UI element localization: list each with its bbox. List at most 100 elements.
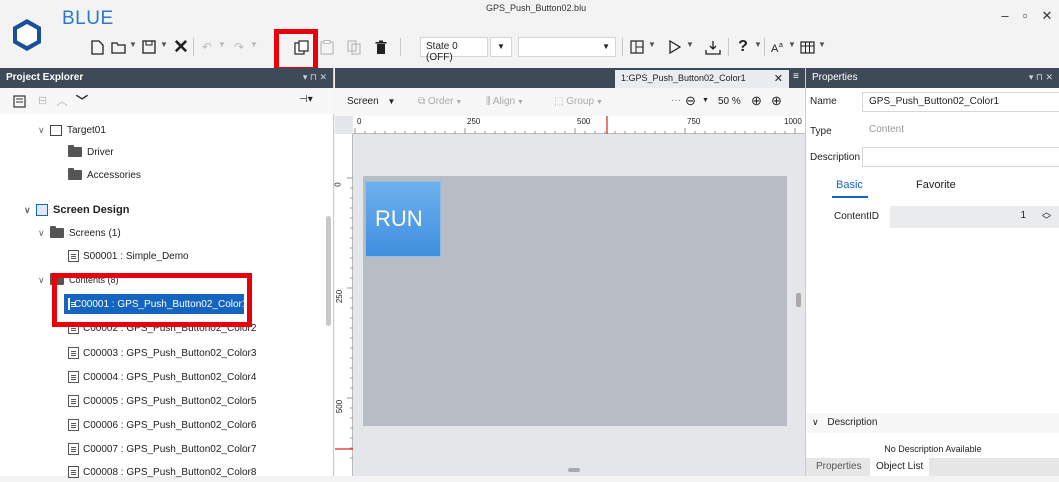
redo-dropdown-icon[interactable]: ▼	[250, 40, 258, 49]
svg-text:A: A	[771, 43, 779, 54]
explorer-scrollbar[interactable]	[326, 216, 331, 326]
no-description-text: No Description Available	[884, 444, 982, 454]
panel-pin-icon[interactable]: ▾ ⊓ ✕	[1029, 72, 1053, 83]
grid-icon[interactable]	[798, 38, 816, 56]
editor-vertical-scrollbar[interactable]	[796, 293, 801, 307]
chevron-down-icon[interactable]: ∨	[38, 125, 50, 136]
tree-item-content-c00006[interactable]: C00006 : GPS_Push_Button02_Color6	[68, 415, 256, 435]
document-icon	[68, 419, 79, 431]
properties-view-icon[interactable]	[12, 94, 26, 108]
save-icon[interactable]	[140, 38, 158, 56]
tree-item-content-c00008[interactable]: C00008 : GPS_Push_Button02_Color8	[68, 462, 256, 482]
collapse-icon[interactable]: ⊟	[38, 94, 47, 107]
description-section[interactable]: ∨ Description	[806, 413, 1059, 433]
font-size-icon[interactable]: Aa	[769, 38, 787, 56]
tab-basic-underline	[832, 196, 868, 198]
ruler-tick-label: 0	[333, 182, 343, 187]
transfer-icon[interactable]	[704, 38, 722, 56]
tree-item-screen-s00001[interactable]: S00001 : Simple_Demo	[68, 246, 189, 266]
app-name: BLUE	[62, 8, 114, 29]
trash-icon[interactable]	[372, 38, 390, 56]
tree-item-label: C00005 : GPS_Push_Button02_Color5	[83, 395, 257, 407]
tree-item-driver[interactable]: Driver	[68, 142, 114, 162]
layout-dropdown-icon[interactable]: ▼	[648, 40, 656, 49]
tree-item-screens[interactable]: ∨ Screens (1)	[38, 223, 121, 243]
undo-icon[interactable]: ↶	[198, 38, 216, 56]
project-explorer-header: Project Explorer ▾ ⊓ ✕	[0, 68, 333, 88]
minimize-button[interactable]: –	[996, 8, 1014, 24]
state-select[interactable]: State 0 (OFF)	[420, 37, 488, 63]
paste-icon[interactable]	[318, 38, 336, 56]
close-tab-icon[interactable]: ✕	[774, 72, 783, 85]
tree-item-content-c00004[interactable]: C00004 : GPS_Push_Button02_Color4	[68, 367, 256, 387]
tree-item-screen-design[interactable]: ∨ Screen Design	[24, 200, 129, 220]
zoom-in-icon[interactable]: ⊕	[751, 93, 762, 109]
ruler-tick-label: 0	[357, 117, 362, 126]
tab-favorite[interactable]: Favorite	[916, 179, 956, 191]
folder-icon	[50, 226, 64, 238]
tree-item-label: Screens (1)	[69, 227, 121, 239]
window-title: GPS_Push_Button02.blu	[486, 3, 587, 13]
open-dropdown-icon[interactable]: ▼	[129, 40, 137, 49]
tree-item-content-c00005[interactable]: C00005 : GPS_Push_Button02_Color5	[68, 391, 256, 411]
layout-icon[interactable]	[628, 38, 646, 56]
stepper-arrows-icon[interactable]: ︿ ﹀	[1042, 208, 1051, 225]
tree-item-label: C00003 : GPS_Push_Button02_Color3	[83, 347, 257, 359]
ruler-tick-label: 750	[687, 117, 701, 126]
tree-item-accessories[interactable]: Accessories	[68, 165, 141, 185]
save-dropdown-icon[interactable]: ▼	[160, 40, 168, 49]
tab-label: 1:GPS_Push_Button02_Color1	[621, 73, 746, 83]
play-icon[interactable]	[666, 38, 684, 56]
move-up-icon[interactable]: ︿	[56, 92, 68, 109]
tree-item-label: C00007 : GPS_Push_Button02_Color7	[83, 443, 257, 455]
chevron-down-icon[interactable]: ∨	[38, 228, 50, 239]
order-button[interactable]: ⧉ Order ▼	[418, 96, 462, 107]
chevron-down-icon[interactable]: ∨	[24, 205, 36, 216]
secondary-select[interactable]: ▼	[518, 37, 616, 57]
name-field[interactable]: GPS_Push_Button02_Color1	[862, 92, 1059, 112]
duplicate-icon[interactable]	[345, 38, 363, 56]
tab-gps-push-button02-color1[interactable]: 1:GPS_Push_Button02_Color1 ✕	[615, 70, 789, 88]
maximize-button[interactable]: ▫	[1016, 8, 1034, 24]
help-dropdown-icon[interactable]: ▼	[754, 40, 762, 49]
tab-object-list[interactable]: Object List	[870, 458, 930, 476]
run-button-preview[interactable]: RUN	[365, 181, 441, 257]
move-down-icon[interactable]: ﹀	[76, 92, 88, 109]
state-dropdown-icon[interactable]: ▼	[490, 37, 512, 57]
zoom-level[interactable]: 50 %	[718, 96, 741, 107]
tree-item-label: Screen Design	[53, 204, 130, 216]
more-icon[interactable]: ···	[671, 95, 681, 106]
align-button[interactable]: ⫼ Align ▼	[486, 96, 524, 107]
tree-item-content-c00003[interactable]: C00003 : GPS_Push_Button02_Color3	[68, 343, 256, 363]
screen-select-label: Screen	[347, 96, 379, 107]
tab-list-icon[interactable]: ≡	[793, 71, 799, 82]
tree-item-target[interactable]: ∨ Target01	[38, 120, 106, 140]
open-icon[interactable]	[110, 38, 128, 56]
zoom-out-icon[interactable]: ⊖	[685, 93, 696, 109]
zoom-dropdown-icon[interactable]: ▼	[702, 97, 709, 104]
screen-select[interactable]: Screen ▼	[347, 96, 395, 107]
font-size-dropdown-icon[interactable]: ▼	[788, 40, 796, 49]
zoom-fit-icon[interactable]: ⊕	[771, 93, 782, 109]
close-button[interactable]: ✕	[1038, 8, 1056, 24]
delete-icon[interactable]: ✕	[172, 37, 190, 58]
redo-icon[interactable]: ↷	[230, 38, 248, 56]
editor-horizontal-scrollbar[interactable]	[568, 468, 580, 472]
panel-pin-icon[interactable]: ▾ ⊓ ✕	[303, 72, 327, 83]
undo-dropdown-icon[interactable]: ▼	[218, 40, 226, 49]
tab-basic[interactable]: Basic	[836, 179, 863, 191]
ruler-horizontal: 0 250 500 750 1000	[353, 116, 805, 134]
play-dropdown-icon[interactable]: ▼	[686, 40, 694, 49]
explorer-pin-icon[interactable]: ⊣▾	[299, 94, 313, 105]
contentid-stepper[interactable]: 1	[890, 206, 1059, 228]
toolbar-separator	[622, 38, 623, 56]
description-field[interactable]	[862, 147, 1059, 167]
group-button[interactable]: ⬚ Group ▼	[554, 96, 603, 107]
tree-item-content-c00007[interactable]: C00007 : GPS_Push_Button02_Color7	[68, 439, 256, 459]
help-icon[interactable]: ?	[734, 38, 752, 56]
grid-dropdown-icon[interactable]: ▼	[818, 40, 826, 49]
tab-properties[interactable]: Properties	[816, 461, 862, 472]
name-label: Name	[810, 96, 837, 107]
chevron-down-icon[interactable]: ∨	[38, 275, 50, 286]
new-document-icon[interactable]	[88, 38, 106, 56]
